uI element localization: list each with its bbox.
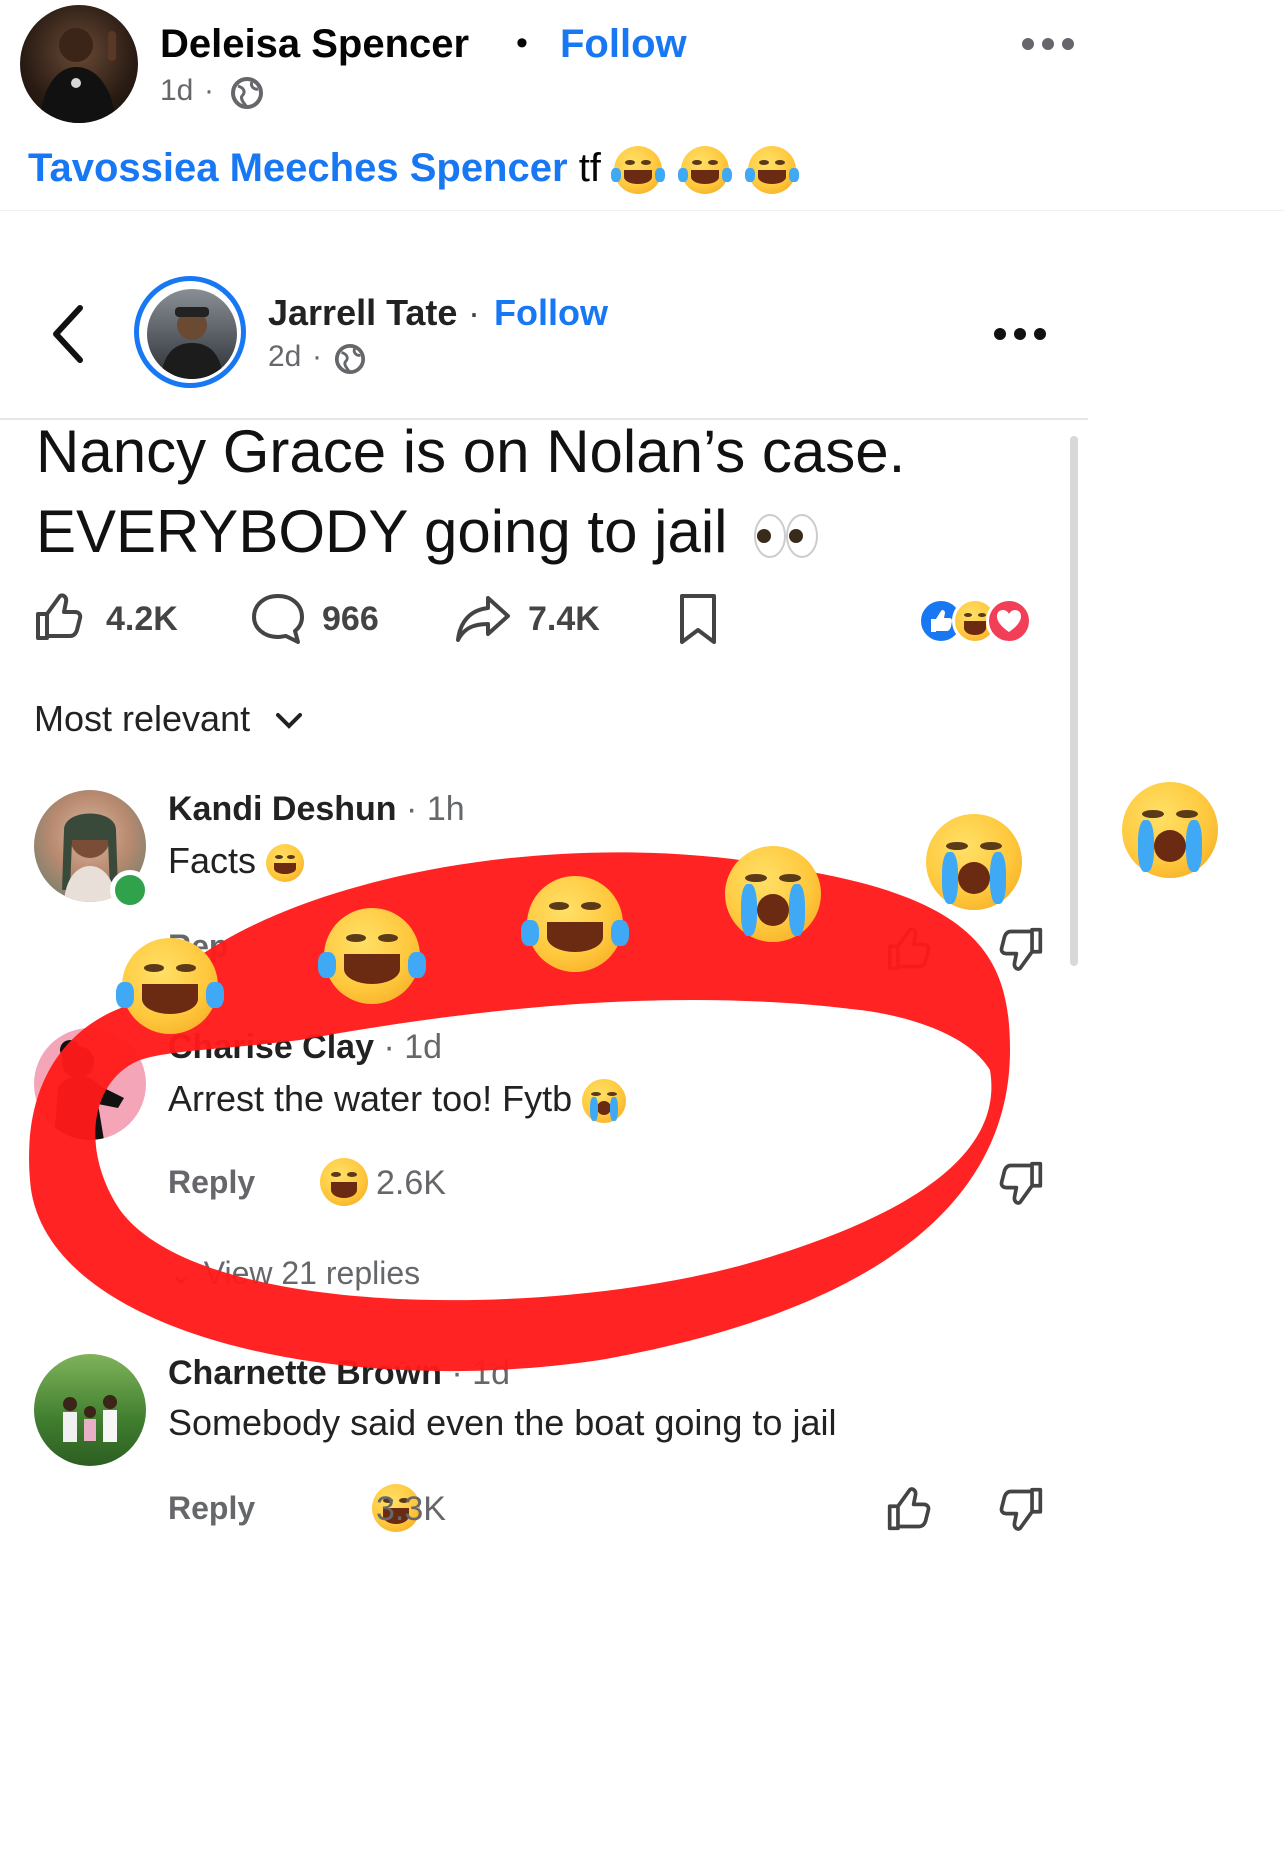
dislike-icon[interactable] (998, 1486, 1044, 1532)
globe-icon (334, 343, 366, 375)
commenter-name[interactable]: Kandi Deshun (168, 790, 397, 828)
commenter-name[interactable]: Charnette Brown (168, 1354, 442, 1392)
caption-mention[interactable]: Tavossiea Meeches Spencer (28, 146, 568, 190)
caption-text: tf (578, 146, 601, 190)
dislike-icon[interactable] (998, 1160, 1044, 1206)
bookmark-icon[interactable] (678, 592, 718, 646)
post-text-line-2-wrap: EVERYBODY going to jail (36, 492, 905, 572)
laughing-tears-icon (611, 146, 666, 195)
online-indicator (110, 870, 150, 910)
comment-time: · 1h (406, 790, 465, 828)
comment-avatar[interactable] (34, 1028, 146, 1140)
share-icon[interactable] (454, 594, 512, 644)
comment-header: Kandi Deshun · 1h (168, 790, 465, 829)
time-dot: · (204, 74, 214, 107)
scrollbar[interactable] (1070, 436, 1078, 966)
more-horizontal-icon[interactable] (992, 324, 1048, 344)
sort-label: Most relevant (34, 698, 251, 739)
comment-header: Charise Clay · 1d (168, 1028, 442, 1067)
post-text-line-2: EVERYBODY going to jail (36, 498, 728, 565)
reply-button[interactable]: Rep (168, 928, 228, 965)
comment-text: Facts (168, 840, 305, 883)
shared-separator: · (468, 292, 480, 333)
reaction-count: 2.6K (376, 1164, 446, 1202)
like-icon[interactable] (34, 592, 84, 642)
chevron-down-icon (276, 713, 303, 730)
dislike-icon[interactable] (998, 926, 1044, 972)
sort-dropdown[interactable]: Most relevant (34, 698, 304, 740)
crying-icon (582, 1079, 627, 1124)
author-avatar[interactable] (20, 5, 138, 123)
view-replies-link[interactable]: ⌄ View 21 replies (168, 1254, 420, 1292)
avatar-figure (161, 307, 223, 379)
laughing-tears-icon (266, 844, 305, 883)
more-horizontal-icon[interactable] (1020, 34, 1076, 54)
reaction-count: 3.3K (376, 1490, 446, 1528)
avatar-family-photo (63, 1395, 117, 1442)
love-reaction-icon (986, 598, 1032, 644)
like-icon[interactable] (886, 926, 932, 972)
shared-author-avatar[interactable] (134, 276, 246, 388)
shared-follow-button[interactable]: Follow (494, 292, 608, 334)
comment-text: Arrest the water too! Fytb (168, 1078, 627, 1124)
share-count: 7.4K (528, 600, 600, 638)
follow-dot: • (516, 24, 528, 62)
back-arrow-icon[interactable] (48, 302, 88, 366)
eyes-icon (754, 514, 819, 559)
commenter-name[interactable]: Charise Clay (168, 1028, 374, 1066)
post-caption: Tavossiea Meeches Spencer tf (28, 146, 800, 195)
comment-time: · 1d (451, 1354, 510, 1392)
like-icon[interactable] (886, 1486, 932, 1532)
globe-icon (231, 77, 263, 109)
laughing-tears-icon (745, 146, 800, 195)
author-name[interactable]: Deleisa Spencer (160, 22, 469, 67)
reply-button[interactable]: Reply (168, 1164, 255, 1201)
chevron-down-icon: ⌄ (168, 1255, 204, 1291)
shared-author-name[interactable]: Jarrell Tate (268, 292, 457, 334)
haha-reaction-icon (320, 1158, 368, 1206)
post-text-line-1: Nancy Grace is on Nolan’s case. (36, 418, 906, 485)
follow-button[interactable]: Follow (560, 22, 687, 67)
shared-post-time: 2d (268, 340, 302, 373)
comment-icon[interactable] (250, 592, 306, 646)
laughing-tears-icon (678, 146, 733, 195)
post-time[interactable]: 1d (160, 74, 193, 108)
shared-time-dot: · (312, 340, 322, 373)
avatar-figure (40, 28, 116, 123)
like-count: 4.2K (106, 600, 178, 638)
comment-header: Charnette Brown · 1d (168, 1354, 510, 1393)
avatar-silhouette (54, 1040, 124, 1140)
shared-post-text: Nancy Grace is on Nolan’s case. EVERYBOD… (36, 412, 905, 572)
reply-button[interactable]: Reply (168, 1490, 255, 1527)
reactions-summary[interactable] (918, 598, 1058, 644)
comment-avatar[interactable] (34, 1354, 146, 1466)
comment-count: 966 (322, 600, 379, 638)
comment-text: Somebody said even the boat going to jai… (168, 1402, 837, 1443)
comment-time: · 1d (383, 1028, 443, 1066)
